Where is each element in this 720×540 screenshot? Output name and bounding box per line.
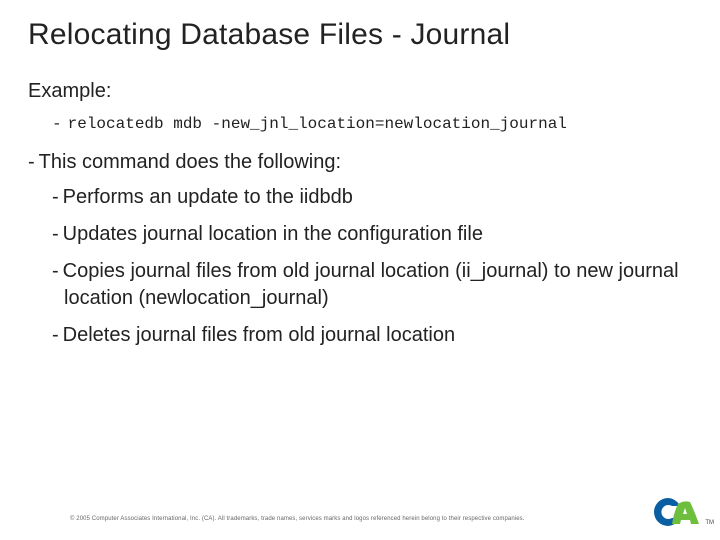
dash-icon: - (28, 151, 35, 173)
bullet-item: -Copies journal files from old journal l… (52, 258, 692, 312)
code-example: -relocatedb mdb -new_jnl_location=newloc… (52, 115, 692, 133)
dash-icon: - (52, 324, 59, 346)
dash-icon: - (52, 186, 59, 208)
bullet-item: -Performs an update to the iidbdb (52, 184, 692, 211)
bullet-text: Deletes journal files from old journal l… (63, 324, 455, 346)
slide-title: Relocating Database Files - Journal (28, 18, 692, 52)
code-text: relocatedb mdb -new_jnl_location=newloca… (68, 115, 567, 133)
bullet-item: -Updates journal location in the configu… (52, 221, 692, 248)
example-label: Example: (28, 80, 692, 103)
intro-line: -This command does the following: (28, 151, 692, 174)
bullet-item: -Deletes journal files from old journal … (52, 322, 692, 349)
bullet-text: Copies journal files from old journal lo… (63, 260, 679, 309)
dash-icon: - (52, 115, 62, 133)
dash-icon: - (52, 260, 59, 282)
ca-logo-icon (650, 494, 702, 530)
bullet-text: Performs an update to the iidbdb (63, 186, 353, 208)
intro-text: This command does the following: (39, 151, 341, 173)
trademark-label: TM (705, 520, 714, 526)
copyright-text: © 2005 Computer Associates International… (70, 516, 525, 522)
dash-icon: - (52, 223, 59, 245)
bullet-text: Updates journal location in the configur… (63, 223, 483, 245)
